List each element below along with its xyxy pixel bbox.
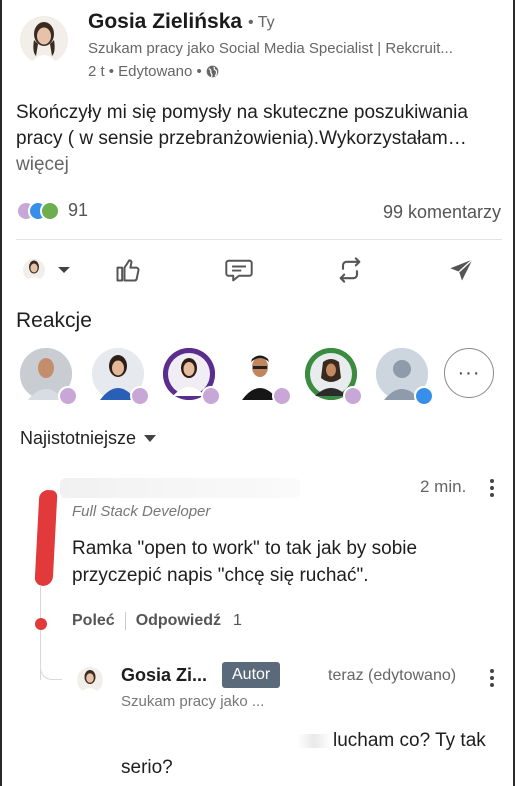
action-separator [124,612,126,630]
post-text: Skończyły mi się pomysły na skuteczne po… [16,102,468,149]
thread-connector [40,660,62,680]
reply-author-name[interactable]: Gosia Zi... [121,665,207,686]
reactor-avatar[interactable] [20,348,78,406]
reply-author-avatar[interactable] [77,667,103,693]
comment-text: Ramka "open to work" to tak jak by sobie… [72,538,418,586]
comment-reply-button[interactable]: Odpowiedź [136,612,221,630]
comment-button[interactable] [219,250,259,290]
celebrate-reaction-icon [40,200,60,221]
support-reaction-icon [201,386,221,406]
author-name[interactable]: Gosia Zielińska [88,10,242,34]
red-dot-mark [35,618,47,630]
reply-options-icon[interactable] [482,666,502,690]
reply-time: teraz (edytowano) [328,667,457,684]
reactor-avatar[interactable] [376,348,434,406]
reactions-title: Reakcje [16,309,92,332]
commenter-headline: Full Stack Developer [72,503,211,520]
thumbs-up-icon [116,259,140,282]
comment-options-icon[interactable] [482,476,502,500]
comment-actions: Poleć Odpowiedź 1 [72,612,242,630]
support-reaction-icon [58,386,78,406]
repost-button[interactable] [330,250,370,290]
action-bar [16,250,502,290]
reactors-list: ··· [20,348,500,408]
post-time: 2 t [88,63,105,80]
send-icon [450,258,473,281]
author-headline: Szukam pracy jako Social Media Specialis… [88,40,453,57]
like-reaction-icon [414,386,434,406]
like-button[interactable] [108,250,148,290]
send-button[interactable] [442,250,482,290]
connection-degree: • Ty [248,14,275,31]
reaction-icons [16,200,60,221]
reply-body: lucham co? Ty tak serio? [121,727,501,781]
caret-down-icon [144,435,157,442]
comment-time: 2 min. [420,477,467,496]
edited-label: • Edytowano • [108,63,202,80]
post-meta: 2 t • Edytowano • [88,63,219,80]
reactor-avatar[interactable] [305,348,363,406]
repost-icon [339,257,361,283]
see-more-link[interactable]: więcej [16,154,69,175]
reactor-avatar[interactable] [163,348,221,406]
post-body: Skończyły mi się pomysły na skuteczne po… [16,100,496,178]
comments-count[interactable]: 99 komentarzy [383,202,501,223]
author-avatar[interactable] [20,16,68,64]
divider [16,239,502,240]
reactions-summary[interactable]: 91 [16,200,88,221]
commenter-name-redacted [60,478,300,498]
author-badge: Autor [222,662,281,688]
post-header: Gosia Zielińska • Ty Szukam pracy jako S… [20,10,505,85]
comment-sort-select[interactable]: Najistotniejsze [20,428,157,449]
globe-icon [206,65,219,78]
support-reaction-icon [130,386,150,406]
more-reactors-button[interactable]: ··· [444,348,494,398]
reply-author-headline: Szukam pracy jako ... [121,693,265,710]
reactor-avatar[interactable] [92,348,150,406]
reply-count: 1 [233,612,242,629]
support-reaction-icon [272,386,292,406]
comment-like-button[interactable]: Poleć [72,612,115,630]
support-reaction-icon [343,386,363,406]
reactor-avatar[interactable] [234,348,292,406]
reaction-count: 91 [68,200,89,220]
sort-label: Najistotniejsze [20,428,137,448]
reaction-picker-button[interactable] [18,250,74,290]
comment-icon [225,259,253,282]
redacted-text-mark [297,733,331,748]
